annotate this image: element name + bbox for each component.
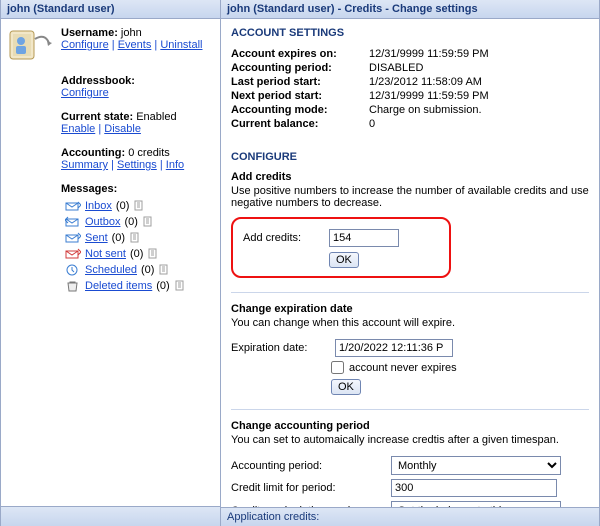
folder-count: (0): [116, 200, 129, 212]
mode-value: Charge on submission.: [369, 104, 589, 116]
folder-icon: [65, 248, 81, 260]
settings-link[interactable]: Settings: [117, 159, 157, 171]
folder-count: (0): [124, 216, 137, 228]
right-panel-title: john (Standard user) - Credits - Change …: [221, 0, 599, 19]
user-icon: [9, 27, 53, 63]
configure-link[interactable]: Configure: [61, 39, 109, 51]
add-credits-desc: Use positive numbers to increase the num…: [231, 185, 589, 209]
period-heading: Change accounting period: [231, 420, 589, 432]
last-start-label: Last period start:: [231, 76, 369, 88]
folder-item: Deleted items (0): [65, 278, 212, 294]
compose-icon[interactable]: [129, 231, 141, 245]
events-link[interactable]: Events: [118, 39, 152, 51]
compose-icon[interactable]: [174, 279, 186, 293]
right-footer: Application credits:: [221, 507, 599, 526]
folder-item: Outbox (0): [65, 214, 212, 230]
folder-link-inbox[interactable]: Inbox: [85, 200, 112, 212]
summary-link[interactable]: Summary: [61, 159, 108, 171]
addressbook-configure-link[interactable]: Configure: [61, 87, 109, 99]
folder-count: (0): [141, 264, 154, 276]
next-start-value: 12/31/9999 11:59:59 PM: [369, 90, 589, 102]
next-start-label: Next period start:: [231, 90, 369, 102]
period-label: Accounting period:: [231, 460, 381, 472]
compose-icon[interactable]: [142, 215, 154, 229]
info-link[interactable]: Info: [166, 159, 184, 171]
expiration-heading: Change expiration date: [231, 303, 589, 315]
compose-icon[interactable]: [147, 247, 159, 261]
accounting-value: 0 credits: [128, 147, 170, 159]
configure-heading: CONFIGURE: [231, 151, 589, 163]
add-credits-heading: Add credits: [231, 171, 589, 183]
folder-item: Sent (0): [65, 230, 212, 246]
username-label: Username:: [61, 27, 118, 39]
left-footer: [1, 506, 220, 526]
expiration-ok-button[interactable]: OK: [331, 379, 361, 395]
accounting-label: Accounting:: [61, 147, 125, 159]
folder-link-sent[interactable]: Sent: [85, 232, 108, 244]
add-credits-field-label: Add credits:: [243, 232, 319, 244]
folder-item: Scheduled (0): [65, 262, 212, 278]
acct-expires-value: 12/31/9999 11:59:59 PM: [369, 48, 589, 60]
acct-period-value: DISABLED: [369, 62, 589, 74]
account-settings-heading: ACCOUNT SETTINGS: [231, 27, 589, 39]
folder-link-deleted items[interactable]: Deleted items: [85, 280, 152, 292]
add-credits-ok-button[interactable]: OK: [329, 252, 359, 268]
folder-link-scheduled[interactable]: Scheduled: [85, 264, 137, 276]
addressbook-label: Addressbook:: [61, 75, 212, 87]
folder-icon: [65, 264, 81, 276]
period-desc: You can set to automaically increase cre…: [231, 434, 589, 446]
expiration-field-label: Expiration date:: [231, 342, 323, 354]
current-state-value: Enabled: [136, 111, 176, 123]
folder-count: (0): [130, 248, 143, 260]
folder-link-outbox[interactable]: Outbox: [85, 216, 120, 228]
folder-icon: [65, 216, 81, 228]
uninstall-link[interactable]: Uninstall: [160, 39, 202, 51]
current-state-label: Current state:: [61, 111, 133, 123]
folder-icon: [65, 200, 81, 212]
folder-count: (0): [156, 280, 169, 292]
expiration-desc: You can change when this account will ex…: [231, 317, 589, 329]
mode-label: Accounting mode:: [231, 104, 369, 116]
balance-label: Current balance:: [231, 118, 369, 130]
folder-item: Inbox (0): [65, 198, 212, 214]
compose-icon[interactable]: [158, 263, 170, 277]
compose-icon[interactable]: [133, 199, 145, 213]
messages-label: Messages:: [61, 183, 212, 195]
folder-link-not sent[interactable]: Not sent: [85, 248, 126, 260]
disable-link[interactable]: Disable: [104, 123, 141, 135]
expiration-input[interactable]: [335, 339, 453, 357]
period-select[interactable]: Monthly: [391, 456, 561, 475]
username-value: john: [121, 27, 142, 39]
add-credits-box: Add credits: OK: [231, 217, 451, 278]
folder-count: (0): [112, 232, 125, 244]
left-panel-title: john (Standard user): [1, 0, 220, 19]
last-start-value: 1/23/2012 11:58:09 AM: [369, 76, 589, 88]
add-credits-input[interactable]: [329, 229, 399, 247]
limit-input[interactable]: [391, 479, 557, 497]
limit-label: Credit limit for period:: [231, 482, 381, 494]
balance-value: 0: [369, 118, 589, 130]
folder-item: Not sent (0): [65, 246, 212, 262]
acct-expires-label: Account expires on:: [231, 48, 369, 60]
never-expires-checkbox[interactable]: [331, 361, 344, 374]
acct-period-label: Accounting period:: [231, 62, 369, 74]
enable-link[interactable]: Enable: [61, 123, 95, 135]
never-expires-label: account never expires: [349, 362, 457, 374]
folder-icon: [65, 280, 81, 292]
folder-icon: [65, 232, 81, 244]
